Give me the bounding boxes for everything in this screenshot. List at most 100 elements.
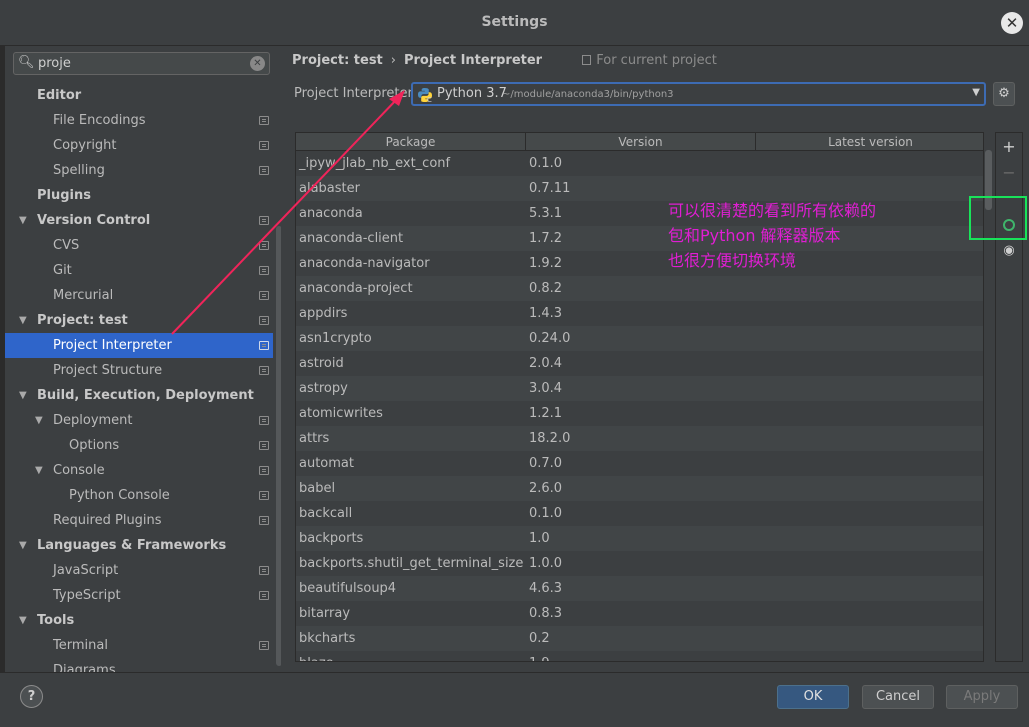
table-row[interactable]: _ipyw_jlab_nb_ext_conf 0.1.0 — [296, 151, 983, 176]
project-scope-icon — [259, 341, 269, 350]
tree-item-label: CVS — [53, 238, 80, 253]
tree-item[interactable]: Python Console — [5, 483, 273, 508]
expand-arrow-icon[interactable]: ▼ — [35, 408, 43, 433]
gear-icon[interactable]: ⚙ — [993, 82, 1015, 106]
add-package-icon[interactable]: + — [996, 135, 1022, 159]
cancel-button[interactable]: Cancel — [862, 685, 934, 709]
tree-item-label: Options — [69, 438, 120, 453]
table-row[interactable]: anaconda-navigator 1.9.2 — [296, 251, 983, 276]
interpreter-label: Project Interpreter: — [294, 86, 418, 101]
tree-item[interactable]: ▼ Project: test — [5, 308, 273, 333]
package-name: anaconda — [299, 206, 363, 221]
show-early-releases-icon[interactable]: ◉ — [996, 239, 1022, 263]
clear-search-icon[interactable]: ✕ — [250, 56, 265, 71]
tree-item-label: Version Control — [37, 213, 151, 228]
table-row[interactable]: atomicwrites 1.2.1 — [296, 401, 983, 426]
column-header-package[interactable]: Package — [296, 133, 526, 151]
tree-item[interactable]: CVS — [5, 233, 273, 258]
apply-button[interactable]: Apply — [946, 685, 1018, 709]
table-row[interactable]: automat 0.7.0 — [296, 451, 983, 476]
ok-button[interactable]: OK — [777, 685, 849, 709]
annotation-line: 可以很清楚的看到所有依赖的 — [668, 201, 877, 220]
interpreter-dropdown[interactable]: C Python 3.7 ~/module/anaconda3/bin/pyth… — [411, 82, 986, 106]
table-row[interactable]: anaconda 5.3.1 — [296, 201, 983, 226]
table-row[interactable]: babel 2.6.0 — [296, 476, 983, 501]
tree-item-label: File Encodings — [53, 113, 146, 128]
python-icon: C — [418, 88, 432, 103]
remove-package-icon[interactable]: − — [996, 161, 1022, 185]
tree-item[interactable]: ▼ Build, Execution, Deployment — [5, 383, 273, 408]
help-button[interactable]: ? — [20, 685, 43, 708]
tree-item[interactable]: ▼ Tools — [5, 608, 273, 633]
column-header-latest-version[interactable]: Latest version — [756, 133, 983, 151]
tree-item[interactable]: ▼ Languages & Frameworks — [5, 533, 273, 558]
tree-item[interactable]: JavaScript — [5, 558, 273, 583]
package-version: 1.2.1 — [529, 406, 563, 421]
table-row[interactable]: backports 1.0 — [296, 526, 983, 551]
tree-item[interactable]: Terminal — [5, 633, 273, 658]
chevron-down-icon[interactable]: ▼ — [972, 87, 980, 98]
tree-item[interactable]: File Encodings — [5, 108, 273, 133]
package-name: attrs — [299, 431, 330, 446]
package-version: 2.6.0 — [529, 481, 563, 496]
tree-item[interactable]: Diagrams — [5, 658, 273, 672]
table-row[interactable]: anaconda-project 0.8.2 — [296, 276, 983, 301]
tree-item-label: Terminal — [53, 638, 108, 653]
project-scope-icon — [259, 416, 269, 425]
project-scope-icon — [259, 166, 269, 175]
package-version: 1.7.2 — [529, 231, 563, 246]
table-row[interactable]: alabaster 0.7.11 — [296, 176, 983, 201]
table-row[interactable]: astropy 3.0.4 — [296, 376, 983, 401]
table-row[interactable]: blaze 1.9 — [296, 651, 983, 661]
tree-item[interactable]: Plugins — [5, 183, 273, 208]
search-icon[interactable]: 🔍︎ — [18, 55, 35, 70]
column-header-version[interactable]: Version — [526, 133, 756, 151]
table-row[interactable]: anaconda-client 1.7.2 — [296, 226, 983, 251]
tree-item[interactable]: Project Structure — [5, 358, 273, 383]
package-version: 1.0 — [529, 531, 550, 546]
package-version: 1.9 — [529, 651, 550, 661]
expand-arrow-icon[interactable]: ▼ — [19, 308, 27, 333]
tree-item[interactable]: ▼ Deployment — [5, 408, 273, 433]
tree-item-label: Editor — [37, 88, 82, 103]
table-row[interactable]: backports.shutil_get_terminal_size 1.0.0 — [296, 551, 983, 576]
tree-item[interactable]: ▼ Console — [5, 458, 273, 483]
tree-item[interactable]: Options — [5, 433, 273, 458]
table-row[interactable]: bkcharts 0.2 — [296, 626, 983, 651]
table-row[interactable]: beautifulsoup4 4.6.3 — [296, 576, 983, 601]
package-version: 2.0.4 — [529, 356, 563, 371]
package-name: bitarray — [299, 606, 351, 621]
tree-item[interactable]: Mercurial — [5, 283, 273, 308]
package-version: 18.2.0 — [529, 431, 571, 446]
expand-arrow-icon[interactable]: ▼ — [19, 533, 27, 558]
tree-item[interactable]: Project Interpreter — [5, 333, 273, 358]
table-row[interactable]: bitarray 0.8.3 — [296, 601, 983, 626]
tree-item[interactable]: Copyright — [5, 133, 273, 158]
expand-arrow-icon[interactable]: ▼ — [19, 608, 27, 633]
table-row[interactable]: appdirs 1.4.3 — [296, 301, 983, 326]
table-row[interactable]: asn1crypto 0.24.0 — [296, 326, 983, 351]
tree-item[interactable]: Required Plugins — [5, 508, 273, 533]
tree-item-label: Languages & Frameworks — [37, 538, 227, 553]
package-name: asn1crypto — [299, 331, 372, 346]
table-row[interactable]: attrs 18.2.0 — [296, 426, 983, 451]
tree-item[interactable]: Editor — [5, 83, 273, 108]
package-version: 0.8.3 — [529, 606, 563, 621]
search-field[interactable]: 🔍︎ ✕ — [13, 52, 270, 75]
scope-note: For current project — [582, 53, 717, 68]
expand-arrow-icon[interactable]: ▼ — [19, 208, 27, 233]
close-icon[interactable]: ✕ — [1001, 12, 1023, 34]
expand-arrow-icon[interactable]: ▼ — [19, 383, 27, 408]
tree-item[interactable]: TypeScript — [5, 583, 273, 608]
package-name: atomicwrites — [299, 406, 383, 421]
window-title: Settings — [481, 14, 548, 30]
tree-item[interactable]: ▼ Version Control — [5, 208, 273, 233]
table-row[interactable]: backcall 0.1.0 — [296, 501, 983, 526]
tree-item[interactable]: Git — [5, 258, 273, 283]
package-version: 5.3.1 — [529, 206, 563, 221]
expand-arrow-icon[interactable]: ▼ — [35, 458, 43, 483]
table-row[interactable]: astroid 2.0.4 — [296, 351, 983, 376]
project-scope-icon — [259, 116, 269, 125]
tree-item[interactable]: Spelling — [5, 158, 273, 183]
search-input[interactable] — [38, 55, 238, 72]
